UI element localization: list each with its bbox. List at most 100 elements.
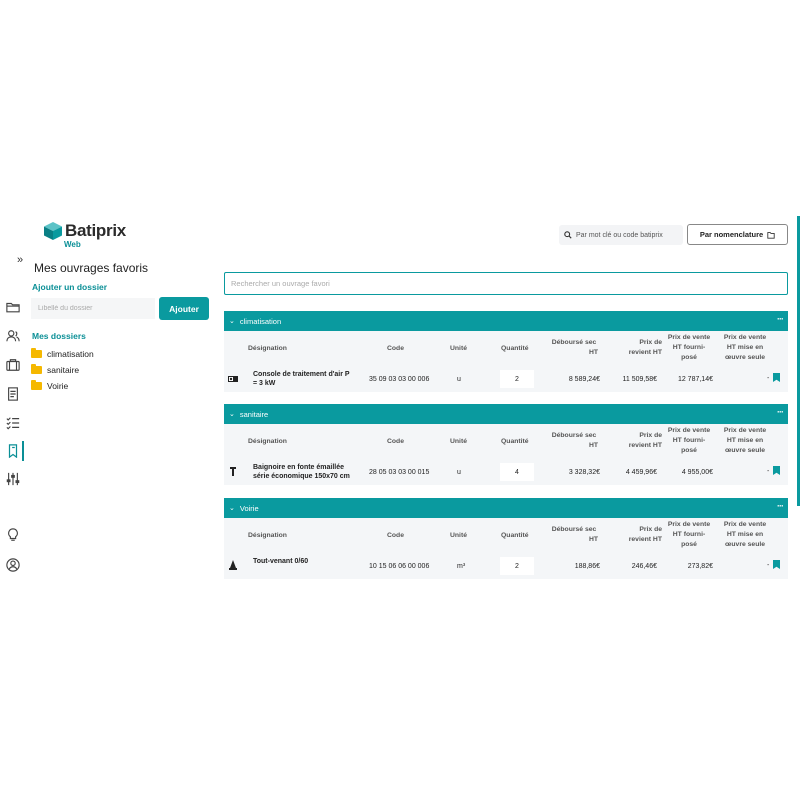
cell-designation: Console de traitement d'air P = 3 kW xyxy=(253,371,350,387)
lightbulb-icon[interactable] xyxy=(5,527,21,543)
users-icon[interactable] xyxy=(5,328,21,344)
add-folder-button[interactable]: Ajouter xyxy=(159,297,209,320)
folder-icon xyxy=(767,231,775,239)
cell-prix-revient: 11 509,58€ xyxy=(622,376,657,383)
cell-unit: m³ xyxy=(457,563,466,570)
cube-logo-icon xyxy=(44,222,62,240)
quantity-input[interactable]: 2 xyxy=(500,557,534,575)
cell-prix-vente-fp: 12 787,14€ xyxy=(677,376,713,383)
group-header[interactable]: ⌄ Voirie ··· xyxy=(224,498,788,518)
col-unit: Unité xyxy=(450,438,467,445)
cell-code: 28 05 03 03 00 015 xyxy=(369,469,430,476)
cell-prix-vente-mo: - xyxy=(767,562,770,569)
col-quantity: Quantité xyxy=(501,532,529,539)
sliders-icon[interactable] xyxy=(5,471,21,487)
nomenclature-button[interactable]: Par nomenclature xyxy=(687,224,788,245)
cell-unit: u xyxy=(457,469,461,476)
brand-sub: Web xyxy=(64,240,81,249)
group-table: Désignation Code Unité Quantité Déboursé sec… xyxy=(224,331,788,392)
col-quantity: Quantité xyxy=(501,438,529,445)
col-debourse: Déboursé sec HT xyxy=(551,526,598,543)
icon-rail: » xyxy=(0,216,26,582)
col-prix-revient: Prix de revient HT xyxy=(628,339,662,356)
more-options-icon[interactable]: ··· xyxy=(777,407,784,417)
group-table: Désignation Code Unité Quantité Déboursé sec… xyxy=(224,518,788,579)
cell-debourse: 188,86€ xyxy=(574,563,600,570)
folder-name-input[interactable] xyxy=(31,298,155,319)
table-row[interactable]: Console de traitement d'air P = 3 kW 35 09… xyxy=(224,366,788,392)
folder-item[interactable]: Voirie xyxy=(31,380,69,391)
hvac-unit-icon xyxy=(228,376,238,382)
col-debourse: Déboursé sec HT xyxy=(551,432,598,449)
cell-prix-vente-fp: 273,82€ xyxy=(687,563,713,570)
quantity-input[interactable]: 2 xyxy=(500,370,534,388)
folder-open-icon[interactable] xyxy=(5,299,21,315)
folder-icon xyxy=(31,348,42,358)
col-designation: Désignation xyxy=(248,438,287,445)
col-prix-vente-mo: Prix de vente HT mise en œuvre seule xyxy=(723,334,767,361)
bookmark-icon[interactable] xyxy=(5,443,21,459)
global-search-placeholder: Par mot clé ou code batiprix xyxy=(576,231,663,239)
brand-logo[interactable]: Batiprix xyxy=(43,221,126,241)
table-header: Désignation Code Unité Quantité Déboursé sec… xyxy=(224,331,788,366)
my-folders-title: Mes dossiers xyxy=(32,331,86,341)
checklist-icon[interactable] xyxy=(5,415,21,431)
cell-prix-vente-mo: - xyxy=(767,375,770,382)
cell-designation: Baignoire en fonte émaillée série économi… xyxy=(253,464,350,480)
more-options-icon[interactable]: ··· xyxy=(777,501,784,511)
table-row[interactable]: Baignoire en fonte émaillée série économi… xyxy=(224,459,788,485)
col-prix-vente-mo: Prix de vente HT mise en œuvre seule xyxy=(723,427,767,454)
briefcase-icon[interactable] xyxy=(5,357,21,373)
page-title: Mes ouvrages favoris xyxy=(34,261,149,275)
bookmark-icon[interactable] xyxy=(773,560,780,569)
app-window: » Batiprix Web Par mot clé ou code batip… xyxy=(0,216,800,582)
cell-debourse: 8 589,24€ xyxy=(568,376,600,383)
folder-label: Voirie xyxy=(47,381,69,391)
col-quantity: Quantité xyxy=(501,345,529,352)
document-icon[interactable] xyxy=(5,386,21,402)
chevron-down-icon: ⌄ xyxy=(229,411,235,418)
group-table: Désignation Code Unité Quantité Déboursé sec… xyxy=(224,424,788,485)
quantity-input[interactable]: 4 xyxy=(500,463,534,481)
folder-icon xyxy=(31,364,42,374)
group-header[interactable]: ⌄ sanitaire ··· xyxy=(224,404,788,424)
col-code: Code xyxy=(387,438,404,445)
cell-prix-revient: 246,46€ xyxy=(631,563,657,570)
col-code: Code xyxy=(387,345,404,352)
table-header: Désignation Code Unité Quantité Déboursé sec… xyxy=(224,518,788,553)
cell-prix-revient: 4 459,96€ xyxy=(625,469,657,476)
cell-prix-vente-mo: - xyxy=(767,468,770,475)
col-designation: Désignation xyxy=(248,345,287,352)
road-cone-icon xyxy=(229,560,237,570)
col-prix-vente-mo: Prix de vente HT mise en œuvre seule xyxy=(723,521,767,548)
brand-name: Batiprix xyxy=(65,221,126,240)
group-title: sanitaire xyxy=(239,409,269,419)
table-header: Désignation Code Unité Quantité Déboursé sec… xyxy=(224,424,788,459)
col-prix-vente-fp: Prix de vente HT fourni-posé xyxy=(667,427,711,454)
more-options-icon[interactable]: ··· xyxy=(777,314,784,324)
col-prix-revient: Prix de revient HT xyxy=(628,526,662,543)
favorite-search-input[interactable] xyxy=(224,272,788,295)
group-title: Voirie xyxy=(239,503,259,513)
cell-prix-vente-fp: 4 955,00€ xyxy=(681,469,713,476)
folder-item[interactable]: sanitaire xyxy=(31,364,79,375)
col-unit: Unité xyxy=(450,345,467,352)
col-debourse: Déboursé sec HT xyxy=(551,339,598,356)
global-search[interactable]: Par mot clé ou code batiprix xyxy=(559,225,683,245)
table-row[interactable]: Tout-venant 0/60 10 15 06 06 00 006 m³ 2 188… xyxy=(224,553,788,579)
bookmark-icon[interactable] xyxy=(773,466,780,475)
group-header[interactable]: ⌄ climatisation ··· xyxy=(224,311,788,331)
cell-designation: Tout-venant 0/60 xyxy=(253,558,309,565)
col-prix-vente-fp: Prix de vente HT fourni-posé xyxy=(667,334,711,361)
bookmark-icon[interactable] xyxy=(773,373,780,382)
group-climatisation: ⌄ climatisation ··· Désignation Code Unité Qua… xyxy=(224,311,788,392)
add-folder-title: Ajouter un dossier xyxy=(32,282,108,292)
folder-item[interactable]: climatisation xyxy=(31,348,94,359)
group-title: climatisation xyxy=(239,316,282,326)
folder-label: climatisation xyxy=(47,349,94,359)
expand-sidebar-icon[interactable]: » xyxy=(17,254,23,266)
col-prix-revient: Prix de revient HT xyxy=(628,432,662,449)
cell-unit: u xyxy=(457,376,461,383)
nomenclature-label: Par nomenclature xyxy=(699,230,764,239)
user-circle-icon[interactable] xyxy=(5,557,21,573)
